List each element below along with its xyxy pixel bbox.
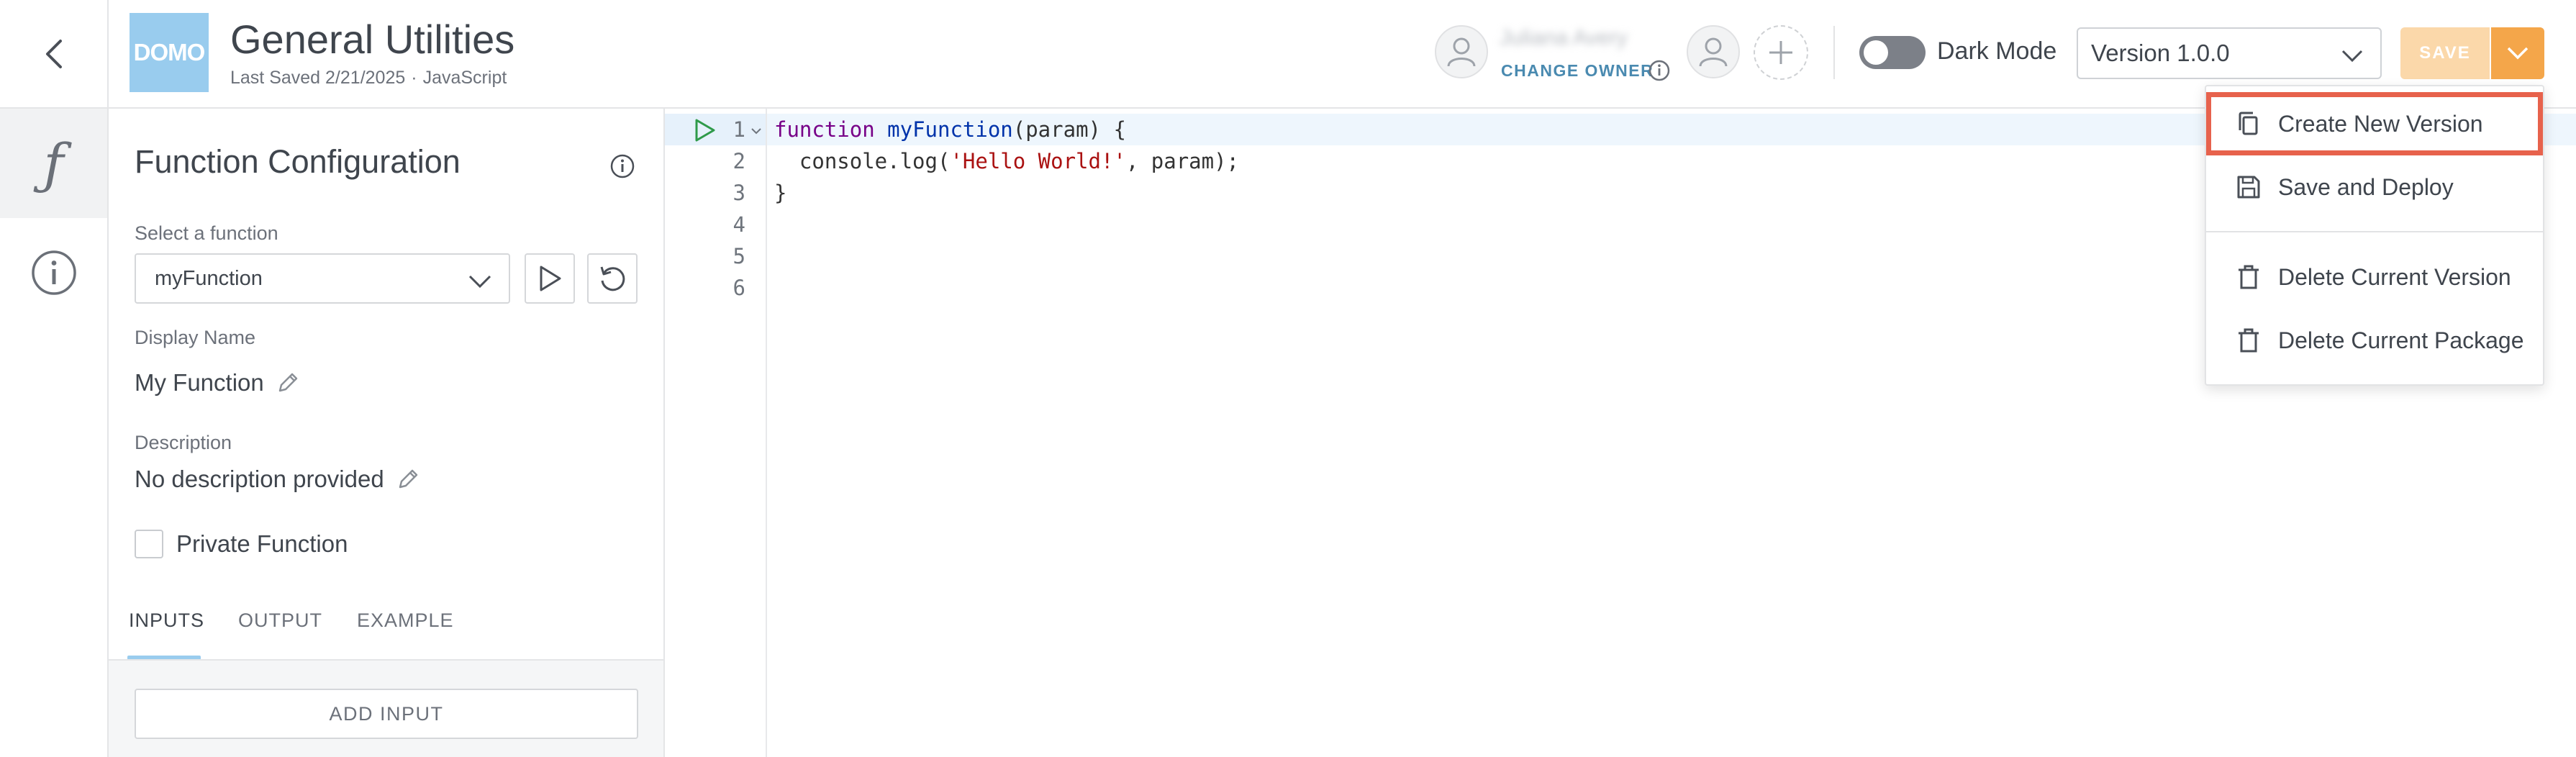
last-saved-text: Last Saved 2/21/2025 [230,68,406,88]
pencil-icon[interactable] [276,371,300,395]
owner-avatar[interactable] [1435,25,1488,78]
floppy-icon [2237,176,2260,199]
rail-item-functions[interactable]: ƒ [0,109,107,218]
menu-item-create-new-version[interactable]: Create New Version [2206,92,2543,155]
menu-item-delete-current-version[interactable]: Delete Current Version [2206,245,2543,309]
selected-function: myFunction [155,266,263,290]
info-icon[interactable] [609,153,635,179]
logo-text: DOMO [133,39,206,65]
menu-item-delete-current-package[interactable]: Delete Current Package [2206,309,2543,372]
collaborator-avatar[interactable] [1687,25,1740,78]
page-title: General Utilities [230,17,515,62]
version-select[interactable]: Version 1.0.0 [2077,27,2382,79]
user-icon [1699,37,1728,67]
play-icon [540,266,561,291]
line-number: 4 [733,212,745,237]
line-number: 2 [733,149,745,173]
tab-example[interactable]: EXAMPLE [357,609,454,632]
private-function-checkbox[interactable] [135,530,163,558]
code-call-end: , param); [1125,149,1240,173]
menu-item-label: Create New Version [2278,110,2483,137]
panel-title: Function Configuration [135,143,461,180]
info-icon [31,250,76,295]
change-owner-link[interactable]: CHANGE OWNER [1501,61,1654,81]
description-value: No description provided [135,466,384,492]
copy-icon [2239,112,2258,135]
rail-item-info[interactable] [0,218,107,327]
private-function-label: Private Function [176,530,348,557]
chevron-left-icon [45,39,62,68]
add-input-button[interactable]: ADD INPUT [135,689,638,739]
tab-inputs[interactable]: INPUTS [129,609,204,632]
code-function-name: myFunction [887,117,1013,142]
code-line-1: function myFunction(param) { [774,114,1126,145]
line-number: 3 [733,181,745,205]
run-function-button[interactable] [525,253,575,304]
fold-chevron-icon[interactable] [750,124,763,137]
save-options-menu: Create New Version Save and Deploy Delet… [2205,85,2544,386]
reset-function-button[interactable] [587,253,638,304]
language-text: JavaScript [422,68,507,88]
save-button[interactable]: SAVE [2400,27,2490,79]
chevron-down-icon [468,275,491,289]
header-divider [1833,26,1835,79]
back-button[interactable] [0,0,109,107]
code-line-2: console.log('Hello World!', param); [774,145,1239,177]
pencil-icon[interactable] [396,467,420,491]
add-collaborator-button[interactable] [1754,25,1808,80]
function-icon: ƒ [43,131,64,196]
code-keyword: function [774,117,875,142]
select-function-label: Select a function [135,222,278,244]
owner-name: Juliana Avery [1500,26,1628,50]
undo-icon [600,266,625,291]
line-number: 1 [733,117,745,142]
dark-mode-toggle[interactable] [1859,36,1926,69]
app-header: DOMO General Utilities Last Saved 2/21/2… [0,0,2576,109]
dark-mode-label: Dark Mode [1937,37,2057,65]
trash-icon [2239,265,2259,289]
menu-item-label: Delete Current Version [2278,263,2511,290]
display-name-value: My Function [135,369,264,396]
menu-item-label: Save and Deploy [2278,173,2454,200]
info-icon[interactable] [1648,59,1671,82]
left-rail: ƒ [0,109,109,757]
editor-gutter: 1 2 3 4 5 6 [665,109,767,757]
trash-icon [2239,328,2259,353]
menu-item-label: Delete Current Package [2278,327,2524,353]
menu-divider [2206,231,2543,232]
function-select[interactable]: myFunction [135,253,510,304]
version-value: Version 1.0.0 [2091,40,2230,66]
code-params: (param) { [1012,117,1126,142]
code-line-3: } [774,181,787,205]
plus-icon [1769,41,1792,64]
domo-logo: DOMO [130,13,209,92]
chevron-down-icon [2341,50,2363,63]
chevron-down-icon [2507,47,2529,60]
description-row: No description provided [135,466,420,493]
tab-output[interactable]: OUTPUT [238,609,322,632]
code-call: console.log( [774,149,951,173]
display-name-label: Display Name [135,327,256,348]
function-config-panel: Function Configuration Select a function… [109,109,665,757]
subtitle-separator: · [411,68,417,88]
line-number: 6 [733,276,745,300]
user-icon [1447,37,1476,67]
toggle-knob [1864,40,1888,65]
save-options-button[interactable] [2491,27,2544,79]
code-string: 'Hello World!' [950,149,1126,173]
page-subtitle: Last Saved 2/21/2025 · JavaScript [230,68,507,89]
menu-item-save-and-deploy[interactable]: Save and Deploy [2206,155,2543,219]
display-name-row: My Function [135,369,300,396]
description-label: Description [135,432,232,453]
line-number: 5 [733,244,745,268]
